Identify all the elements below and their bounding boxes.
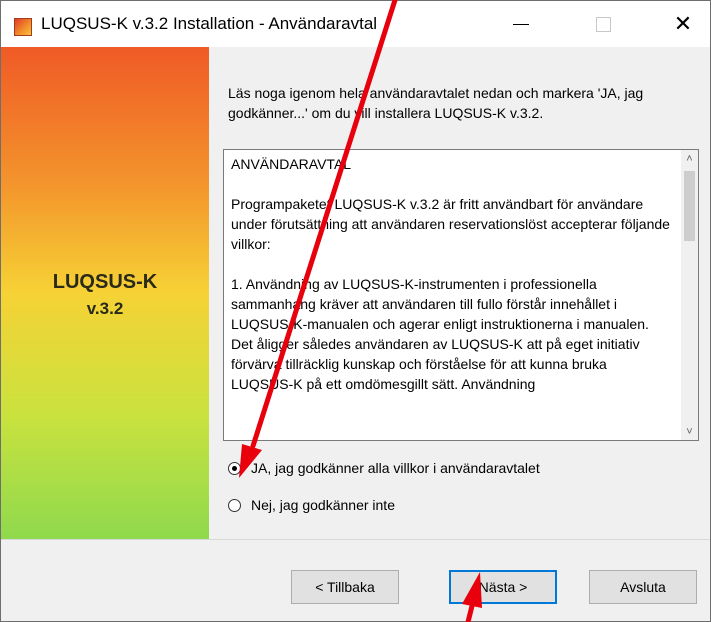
next-button[interactable]: Nästa > <box>449 570 557 604</box>
scroll-down-icon[interactable]: ˅ <box>681 423 698 440</box>
vertical-scrollbar[interactable]: ˄ ˅ <box>681 150 698 440</box>
back-button[interactable]: < Tillbaka <box>291 570 399 604</box>
license-textbox[interactable]: ANVÄNDARAVTAL Programpaketet LUQSUS-K v.… <box>223 149 699 441</box>
scroll-up-icon[interactable]: ˄ <box>681 150 698 167</box>
scrollbar-thumb[interactable] <box>684 171 695 241</box>
close-button[interactable]: ✕ <box>653 1 710 47</box>
decline-radio[interactable] <box>228 498 241 512</box>
decline-option[interactable]: Nej, jag godkänner inte <box>228 497 395 513</box>
maximize-icon <box>595 16 611 32</box>
minimize-icon <box>513 23 529 25</box>
accept-label[interactable]: JA, jag godkänner alla villkor i använda… <box>251 460 540 476</box>
title-bar[interactable]: LUQSUS-K v.3.2 Installation - Användarav… <box>1 1 710 47</box>
content-pane: Läs noga igenom hela användaravtalet ned… <box>209 47 710 539</box>
installer-window: LUQSUS-K v.3.2 Installation - Användarav… <box>0 0 711 622</box>
cancel-button[interactable]: Avsluta <box>589 570 697 604</box>
accept-radio[interactable] <box>228 461 241 475</box>
close-icon: ✕ <box>673 11 693 36</box>
maximize-button[interactable] <box>573 1 633 47</box>
brand-sidebar: LUQSUS-K v.3.2 <box>1 47 209 539</box>
brand-version: v.3.2 <box>86 299 124 318</box>
minimize-button[interactable] <box>491 1 551 47</box>
brand-name: LUQSUS-K <box>52 271 158 293</box>
intro-text: Läs noga igenom hela användaravtalet ned… <box>228 85 644 121</box>
license-paragraph: 1. Användning av LUQSUS-K-instrumenten i… <box>231 276 649 392</box>
license-heading: ANVÄNDARAVTAL <box>231 156 352 172</box>
license-text: ANVÄNDARAVTAL Programpaketet LUQSUS-K v.… <box>231 154 671 414</box>
window-title: LUQSUS-K v.3.2 Installation - Användarav… <box>41 14 378 33</box>
button-footer: < Tillbaka Nästa > Avsluta <box>1 539 710 621</box>
installer-icon <box>14 18 32 36</box>
accept-option[interactable]: JA, jag godkänner alla villkor i använda… <box>228 460 540 476</box>
license-paragraph: Programpaketet LUQSUS-K v.3.2 är fritt a… <box>231 196 670 252</box>
decline-label[interactable]: Nej, jag godkänner inte <box>251 497 395 513</box>
